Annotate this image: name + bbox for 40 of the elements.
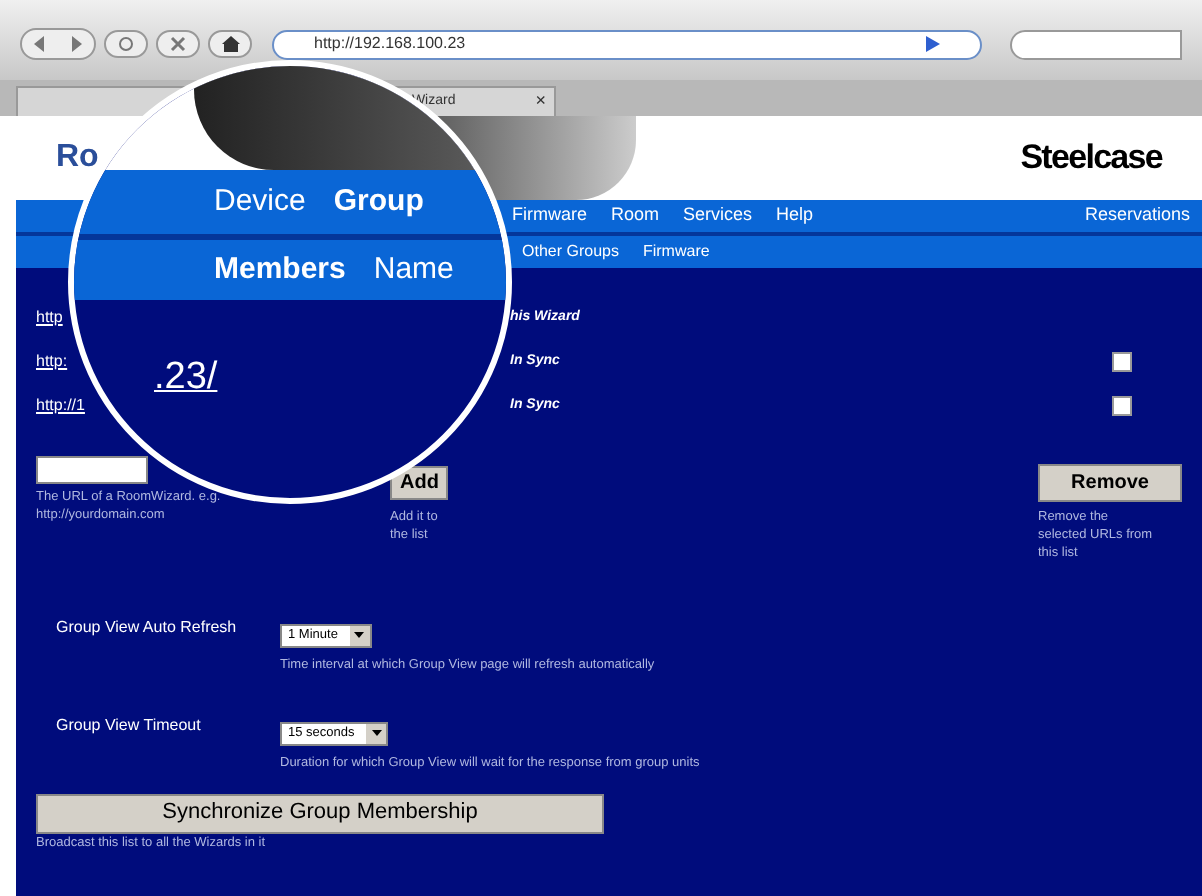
close-icon	[170, 36, 186, 52]
brand-logo: Steelcase	[1020, 136, 1162, 181]
go-icon	[924, 36, 940, 52]
magnified-subnav-link[interactable]: Name	[373, 247, 454, 293]
dropdown-arrow-icon	[371, 730, 382, 737]
magnified-url-link[interactable]: .23/	[154, 356, 218, 398]
stop-button[interactable]	[156, 30, 200, 58]
dropdown-arrow-icon	[354, 632, 365, 639]
nav-link[interactable]: Reservations	[1084, 202, 1190, 230]
site-title: Ro	[56, 138, 99, 178]
subnav-link[interactable]: Other Groups	[522, 240, 619, 264]
house-icon	[221, 36, 239, 52]
nav-link[interactable]: Services	[683, 202, 753, 230]
url-input[interactable]	[36, 456, 148, 484]
remove-button[interactable]: Remove	[1038, 464, 1182, 502]
reload-icon	[118, 36, 134, 52]
setting-label: Group View Timeout	[56, 713, 203, 738]
member-checkbox[interactable]	[1112, 396, 1132, 416]
member-checkbox[interactable]	[1112, 352, 1132, 372]
back-forward-control[interactable]	[20, 28, 96, 60]
back-icon	[32, 36, 48, 52]
address-field[interactable]: http://192.168.100.23	[272, 29, 982, 59]
magnified-subnav-link[interactable]: Members	[214, 247, 346, 293]
nav-link[interactable]: Firmware	[512, 202, 587, 230]
member-url-link[interactable]: http:	[36, 350, 68, 374]
member-url-link[interactable]: http://1	[36, 394, 85, 418]
tab-close-icon[interactable]: ×	[535, 88, 546, 116]
member-url-link[interactable]: http	[36, 306, 63, 330]
search-field[interactable]	[1010, 29, 1182, 59]
nav-link[interactable]: Help	[776, 202, 814, 230]
add-button[interactable]: Add	[390, 466, 449, 500]
setting-label: Group View Auto Refresh	[56, 616, 239, 640]
forward-icon	[68, 36, 84, 52]
nav-link[interactable]: Room	[611, 202, 660, 230]
reload-button[interactable]	[104, 30, 148, 58]
magnified-nav-link[interactable]: Group	[333, 179, 424, 225]
magnified-nav-link[interactable]: Device	[214, 179, 306, 225]
home-button[interactable]	[208, 30, 252, 58]
sync-button[interactable]: Synchronize Group Membership	[36, 793, 604, 833]
subnav-link[interactable]: Firmware	[642, 240, 710, 264]
